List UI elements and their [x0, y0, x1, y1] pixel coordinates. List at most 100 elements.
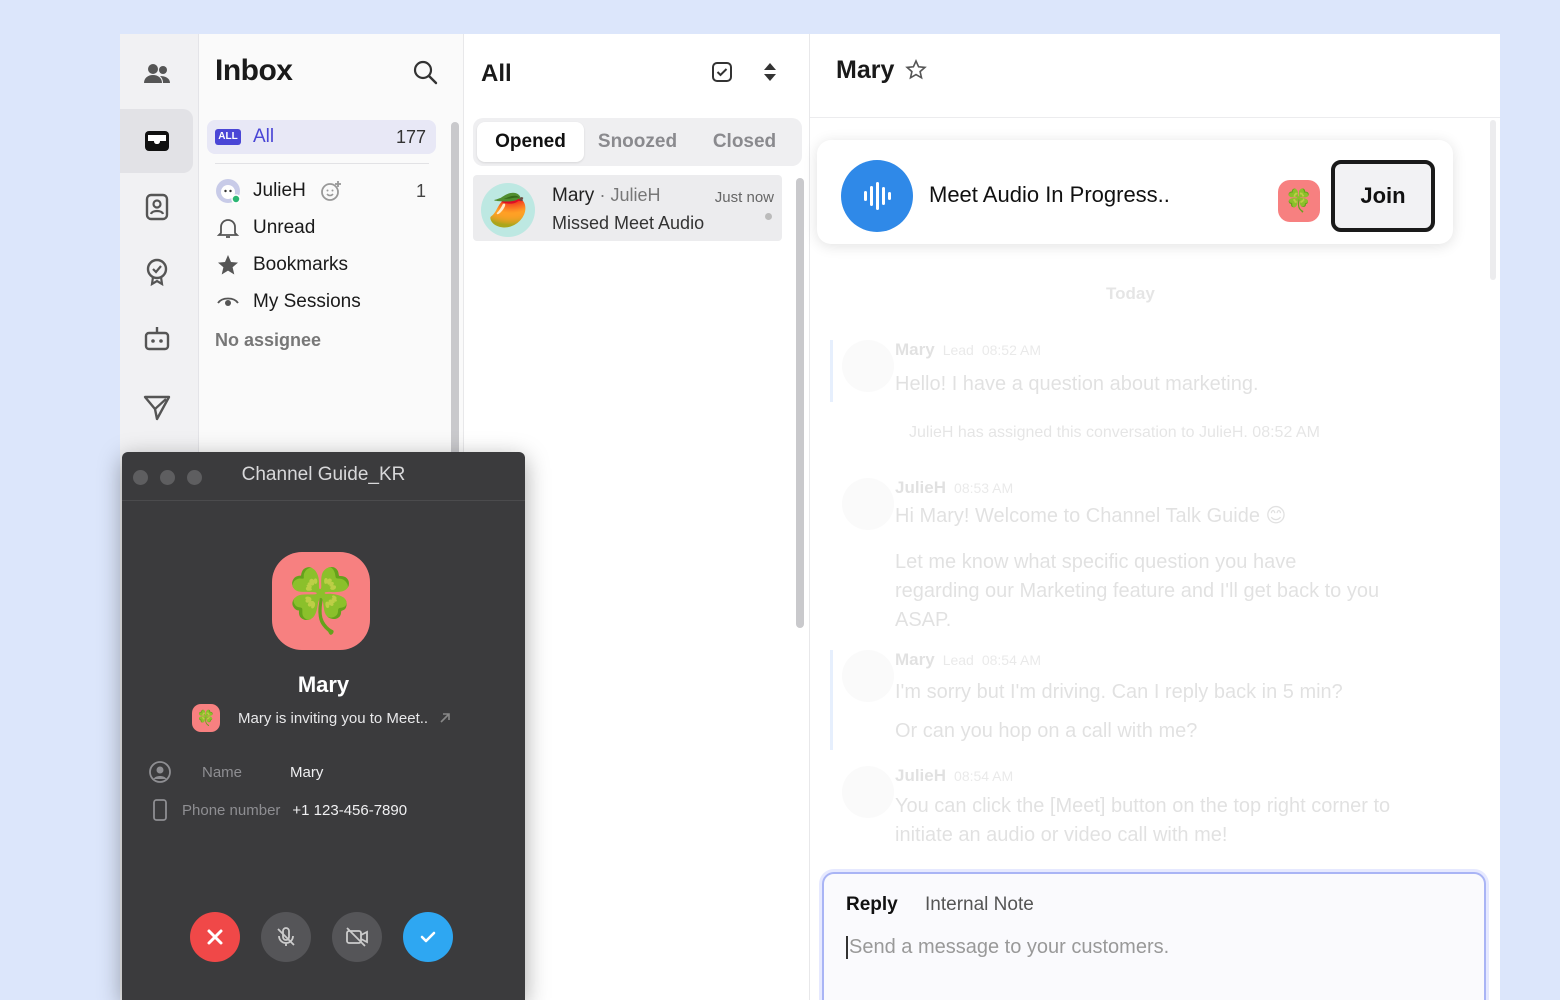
clover-icon: 🍀 — [282, 566, 360, 636]
nav-badge[interactable] — [120, 240, 193, 304]
tab-closed[interactable]: Closed — [691, 122, 798, 162]
tab-opened[interactable]: Opened — [477, 122, 584, 162]
unread-dot — [765, 213, 772, 220]
people-icon — [143, 64, 170, 83]
sort-icon[interactable] — [760, 60, 780, 84]
message-text: Hi Mary! Welcome to Channel Talk Guide 😊 — [895, 505, 1287, 527]
external-link-icon — [440, 713, 450, 723]
tab-internal-note[interactable]: Internal Note — [925, 894, 1034, 915]
nav-contacts[interactable] — [120, 42, 193, 106]
join-button[interactable]: Join — [1331, 160, 1435, 232]
search-icon[interactable] — [412, 59, 438, 85]
phone-icon — [153, 799, 167, 821]
status-emoji-icon[interactable] — [320, 180, 342, 202]
nav-campaign[interactable] — [120, 375, 193, 439]
nav-bot[interactable] — [120, 307, 193, 371]
tab-reply[interactable]: Reply — [846, 894, 898, 915]
star-icon — [215, 252, 241, 278]
audio-wave-icon — [841, 160, 913, 232]
message-text: You can click the [Meet] button on the t… — [895, 795, 1391, 846]
inbox-item-label: Unread — [253, 217, 316, 238]
message-text: Or can you hop on a call with me? — [895, 720, 1198, 742]
message-group: Mary Lead 08:54 AM I'm sorry but I'm drivi… — [830, 650, 1470, 750]
scrollbar[interactable] — [451, 122, 459, 462]
avatar — [842, 766, 894, 818]
mute-button[interactable] — [261, 912, 311, 962]
select-checkbox-icon[interactable] — [710, 60, 734, 84]
avatar: 🍀 — [1278, 180, 1320, 222]
avatar — [215, 178, 241, 204]
invite-text[interactable]: 🍀 Mary is inviting you to Meet.. — [192, 704, 452, 732]
message-group: JulieH 08:54 AM You can click the [Meet] … — [830, 766, 1470, 856]
mic-off-icon — [277, 927, 295, 946]
avatar — [842, 478, 894, 530]
video-off-button[interactable] — [332, 912, 382, 962]
no-assignee-heading[interactable]: No assignee — [215, 330, 321, 351]
scrollbar[interactable] — [796, 178, 804, 628]
user-circle-icon — [149, 761, 171, 783]
reply-composer[interactable]: Reply Internal Note Send a message to yo… — [822, 872, 1486, 1000]
star-icon[interactable] — [904, 58, 928, 82]
meet-banner: Meet Audio In Progress.. 🍀 Join — [817, 140, 1453, 244]
avatar: 🍀 — [272, 552, 370, 650]
date-separator[interactable]: Today — [1106, 284, 1155, 304]
list-item[interactable]: 🥭 Mary · JulieH Just now Missed Meet Aud… — [473, 175, 782, 241]
message-text: Hello! I have a question about marketing… — [895, 373, 1259, 395]
close-icon — [207, 929, 223, 945]
inbox-item-label: JulieH — [253, 180, 306, 201]
award-icon — [146, 258, 167, 287]
caller-name: Mary — [297, 672, 350, 697]
conversation-preview: Missed Meet Audio — [552, 213, 705, 233]
message-input[interactable]: Send a message to your customers. — [846, 936, 1169, 959]
chat-panel: Mary Today Mary Lead 08:52 AM Hello! I hav… — [810, 34, 1500, 1000]
mango-icon: 🥭 — [488, 192, 528, 228]
inbox-item-count: 177 — [395, 126, 426, 147]
video-off-icon — [346, 927, 368, 947]
tab-snoozed[interactable]: Snoozed — [584, 122, 691, 162]
name-field: Name Mary — [148, 760, 323, 784]
bell-icon — [215, 215, 241, 241]
meet-status-text: Meet Audio In Progress.. — [929, 182, 1170, 207]
chat-header: Mary — [810, 34, 1500, 118]
nav-contact-book[interactable] — [120, 175, 193, 239]
avatar: 🥭 — [481, 183, 535, 237]
chat-title: Mary — [836, 56, 895, 84]
eye-icon — [215, 289, 241, 315]
all-icon: ALL — [215, 124, 241, 150]
system-note: JulieH has assigned this conversation to… — [909, 424, 1320, 441]
avatar — [842, 650, 894, 702]
decline-button[interactable] — [190, 912, 240, 962]
inbox-item-label: My Sessions — [253, 291, 361, 312]
contact-book-icon — [145, 193, 168, 221]
message-text: I'm sorry but I'm driving. Can I reply b… — [895, 681, 1343, 703]
divider — [215, 163, 429, 164]
inbox-item-label: All — [253, 126, 275, 147]
inbox-item-all[interactable]: ALL All 177 — [207, 120, 436, 154]
inbox-item-count: 1 — [415, 180, 426, 201]
inbox-item-bookmarks[interactable]: Bookmarks — [207, 248, 436, 282]
nav-inbox[interactable] — [120, 109, 193, 173]
message-text: Let me know what specific question you h… — [895, 551, 1380, 631]
inbox-icon — [144, 131, 169, 151]
accept-button[interactable] — [403, 912, 453, 962]
status-tabs: Opened Snoozed Closed — [473, 118, 802, 166]
send-icon — [143, 395, 170, 421]
inbox-title: Inbox — [215, 54, 293, 87]
clover-icon: 🍀 — [192, 704, 220, 732]
scrollbar[interactable] — [1490, 120, 1496, 280]
bot-icon — [144, 327, 169, 351]
inbox-item-unread[interactable]: Unread — [207, 211, 436, 245]
incoming-call-window: Channel Guide_KR 🍀 Mary 🍀 Mary is inviti… — [122, 452, 525, 1000]
list-title: All — [481, 60, 512, 87]
clover-icon: 🍀 — [1285, 188, 1313, 213]
inbox-item-julieh[interactable]: JulieH 1 — [207, 174, 436, 208]
inbox-item-my-sessions[interactable]: My Sessions — [207, 285, 436, 319]
inbox-item-label: Bookmarks — [253, 254, 349, 275]
conversation-name: Mary · JulieH — [552, 185, 661, 206]
conversation-time: Just now — [714, 189, 774, 206]
message-group: JulieH 08:53 AM Hi Mary! Welcome to Chann… — [830, 478, 1470, 638]
avatar — [842, 340, 894, 392]
window-title: Channel Guide_KR — [241, 464, 406, 485]
message-group: Mary Lead 08:52 AM Hello! I have a questio… — [830, 340, 1470, 402]
phone-field: Phone number +1 123-456-7890 — [148, 798, 407, 822]
